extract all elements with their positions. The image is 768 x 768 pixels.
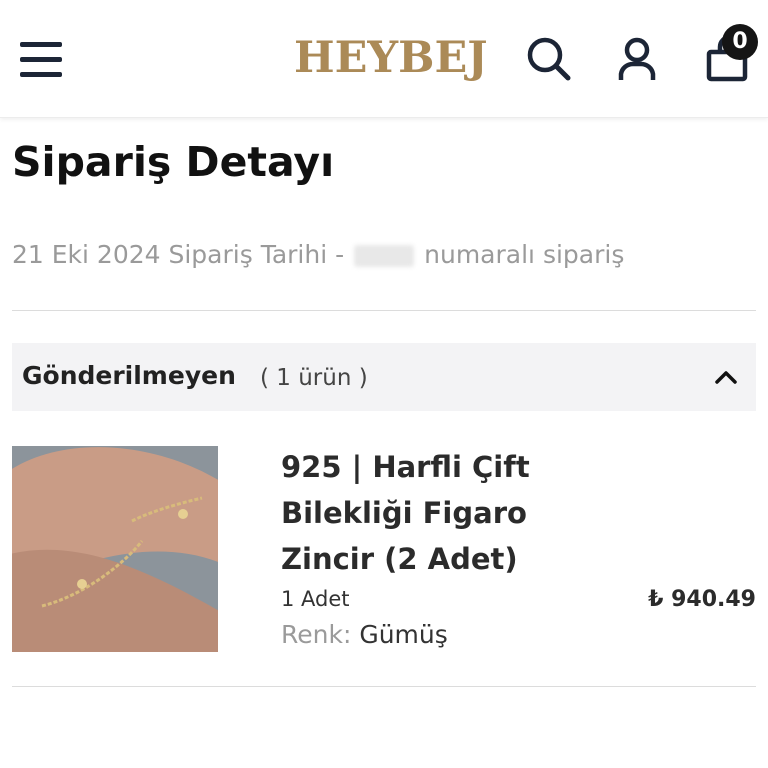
product-image[interactable] <box>12 446 218 652</box>
brand-logo[interactable]: HEYBEJ <box>294 30 488 86</box>
chevron-up-icon[interactable] <box>712 363 740 391</box>
product-color: Renk: Gümüş <box>281 620 448 649</box>
shipment-group-toggle[interactable]: Gönderilmeyen ( 1 ürün ) <box>12 343 756 411</box>
divider <box>12 310 756 311</box>
product-quantity: 1 Adet <box>281 587 350 611</box>
order-date: 21 Eki 2024 Sipariş Tarihi - <box>12 240 345 269</box>
search-icon <box>527 37 571 81</box>
hamburger-icon-bar <box>20 42 62 47</box>
order-number-suffix: numaralı sipariş <box>424 240 625 269</box>
search-button[interactable] <box>524 34 574 84</box>
page-title: Sipariş Detayı <box>12 138 335 186</box>
shipment-group-title: Gönderilmeyen <box>22 361 236 390</box>
order-number-redacted <box>354 245 415 267</box>
menu-button[interactable] <box>20 42 64 78</box>
bracelet-photo <box>12 446 218 652</box>
user-icon <box>618 37 656 80</box>
color-value: Gümüş <box>359 620 448 649</box>
order-meta: 21 Eki 2024 Sipariş Tarihi - numaralı sip… <box>12 240 624 269</box>
account-button[interactable] <box>612 34 662 84</box>
shipment-item-count: ( 1 ürün ) <box>260 365 368 391</box>
cart-count-badge: 0 <box>722 24 758 60</box>
product-name[interactable]: 925 | Harfli Çift Bilekliği Figaro Zinci… <box>281 444 621 582</box>
product-price: ₺ 940.49 <box>648 587 756 612</box>
color-label: Renk: <box>281 620 352 649</box>
site-header: HEYBEJ 0 <box>0 0 768 118</box>
hamburger-icon-bar <box>20 72 62 77</box>
divider <box>12 686 756 687</box>
hamburger-icon-bar <box>20 57 62 62</box>
